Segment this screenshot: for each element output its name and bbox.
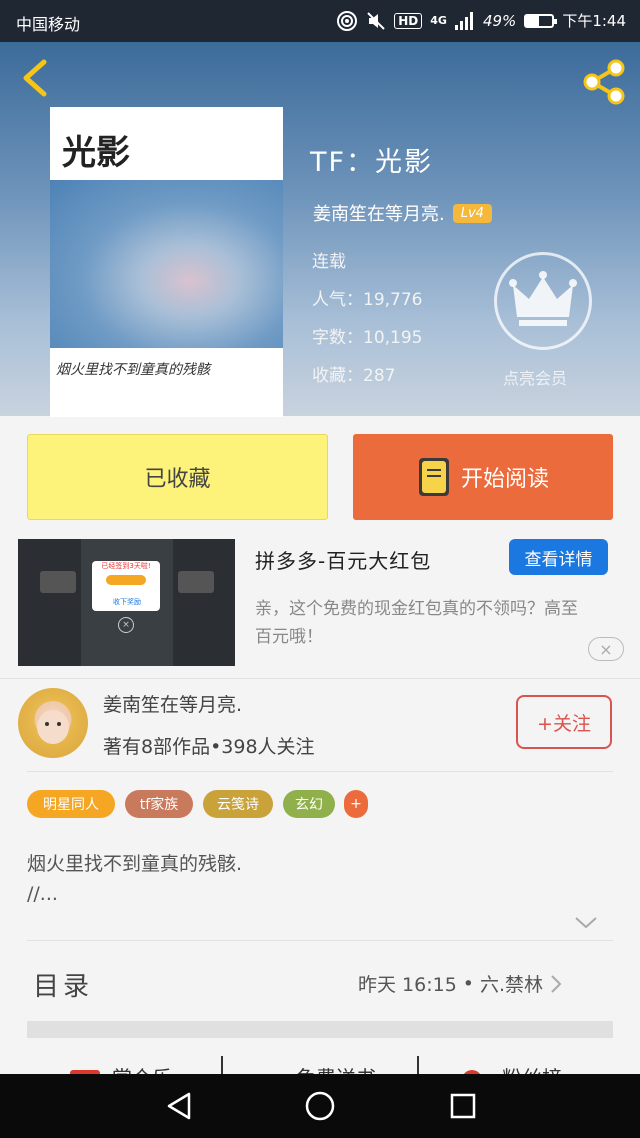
hd-badge: HD [394, 12, 423, 29]
start-reading-button[interactable]: 开始阅读 [353, 434, 613, 520]
tag-label: 明星同人 [43, 797, 99, 813]
battery-icon [524, 13, 558, 28]
ad-image-button: 收下奖励 [113, 598, 141, 606]
back-arrow-icon[interactable] [18, 58, 52, 98]
divider [27, 940, 613, 941]
cover-sky-image [50, 180, 283, 348]
favorited-label: 已收藏 [144, 467, 211, 492]
author-card-stats: 著有8部作品•398人关注 [103, 736, 315, 758]
cover-caption: 烟火里找不到童真的残骸 [56, 362, 210, 378]
catalog-title[interactable]: 目录 [33, 966, 93, 1003]
favorited-button[interactable]: 已收藏 [27, 434, 328, 520]
clock: 下午1:44 [562, 12, 626, 30]
tag-chip[interactable]: 云笺诗 [203, 790, 273, 818]
ad-description: 亲，这个免费的现金红包真的不领吗？高至百元哦！ [255, 599, 578, 647]
ad-image[interactable]: 已经签到3天啦! 收下奖励 × [18, 539, 235, 666]
expand-chevron-icon[interactable] [574, 916, 598, 930]
system-nav-bar [0, 1074, 640, 1138]
book-cover: 光影 烟火里找不到童真的残骸 [50, 107, 283, 417]
divider [27, 771, 613, 772]
catalog-updated: 昨天 16:15 [358, 974, 457, 996]
tag-chip[interactable]: 玄幻 [283, 790, 335, 818]
mute-icon [367, 11, 385, 30]
follow-button[interactable]: +关注 [516, 695, 612, 749]
network-label: 4G [430, 14, 447, 27]
popularity-label: 人气：19,776 [312, 290, 423, 310]
dot-separator: • [462, 972, 475, 995]
catalog-chapter: 六.禁林 [480, 974, 544, 996]
book-title: TF：光影 [310, 147, 434, 178]
tag-label: 玄幻 [295, 797, 323, 813]
intro-line: //... [27, 883, 58, 905]
tag-label: tf家族 [139, 797, 179, 813]
cover-title: 光影 [62, 133, 130, 173]
catalog-latest[interactable]: 昨天 16:15 • 六.禁林 [358, 970, 563, 997]
tab-divider [417, 1056, 419, 1074]
status-bar: 中国移动 HD 4G 49% 下午1:44 [0, 0, 640, 42]
wifi-icon [337, 10, 358, 31]
start-reading-label: 开始阅读 [460, 467, 549, 492]
book-icon [418, 458, 449, 496]
battery-percent: 49% [482, 11, 517, 30]
word-count-label: 字数：10,195 [312, 328, 423, 348]
level-badge: Lv4 [452, 203, 492, 223]
tab-free-gift[interactable]: 免费送书 [296, 1062, 376, 1074]
carrier-label: 中国移动 [16, 15, 81, 34]
add-tag-button[interactable]: + [344, 790, 368, 818]
view-details-label: 查看详情 [524, 549, 593, 570]
nav-back-icon[interactable] [165, 1092, 193, 1120]
author-name[interactable]: 姜南笙在等月亮. [313, 200, 445, 226]
book-header: 光影 烟火里找不到童真的残骸 TF：光影 姜南笙在等月亮. Lv4 连载 人气：… [0, 42, 640, 417]
ad-close-icon[interactable]: × [588, 637, 624, 661]
follow-label: +关注 [537, 712, 591, 735]
tag-chip[interactable]: 明星同人 [27, 790, 115, 818]
divider [0, 678, 640, 679]
chevron-right-icon [551, 974, 562, 993]
ad-image-badge: 已经签到3天啦! [101, 562, 151, 570]
bottom-tabs: 赏个乐 免费送书 粉丝榜 [0, 1048, 640, 1074]
signal-icon [454, 11, 473, 30]
author-card-name[interactable]: 姜南笙在等月亮. [103, 690, 242, 717]
book-intro: 烟火里找不到童真的残骸. //... [27, 849, 242, 909]
crown-icon [509, 271, 577, 326]
ad-image-close-icon: × [118, 617, 134, 633]
author-line[interactable]: 姜南笙在等月亮. Lv4 [313, 200, 492, 226]
share-icon[interactable] [580, 58, 628, 106]
ad-title[interactable]: 拼多多-百元大红包 [255, 545, 431, 574]
vip-button[interactable] [494, 252, 592, 350]
intro-line: 烟火里找不到童真的残骸. [27, 853, 243, 875]
view-details-button[interactable]: 查看详情 [509, 539, 608, 575]
tag-chip[interactable]: tf家族 [125, 790, 193, 818]
author-avatar[interactable] [18, 688, 88, 758]
add-tag-label: + [350, 796, 362, 812]
section-strip [27, 1021, 613, 1038]
nav-recents-icon[interactable] [450, 1093, 476, 1119]
tab-fans-rank[interactable]: 粉丝榜 [502, 1062, 562, 1074]
tab-divider [221, 1056, 223, 1074]
tab-reward[interactable]: 赏个乐 [112, 1062, 172, 1074]
favorites-count-label: 收藏：287 [312, 366, 396, 386]
tag-label: 云笺诗 [217, 797, 259, 813]
vip-label[interactable]: 点亮会员 [503, 365, 567, 389]
nav-home-icon[interactable] [305, 1091, 335, 1121]
status-label: 连载 [312, 252, 346, 272]
